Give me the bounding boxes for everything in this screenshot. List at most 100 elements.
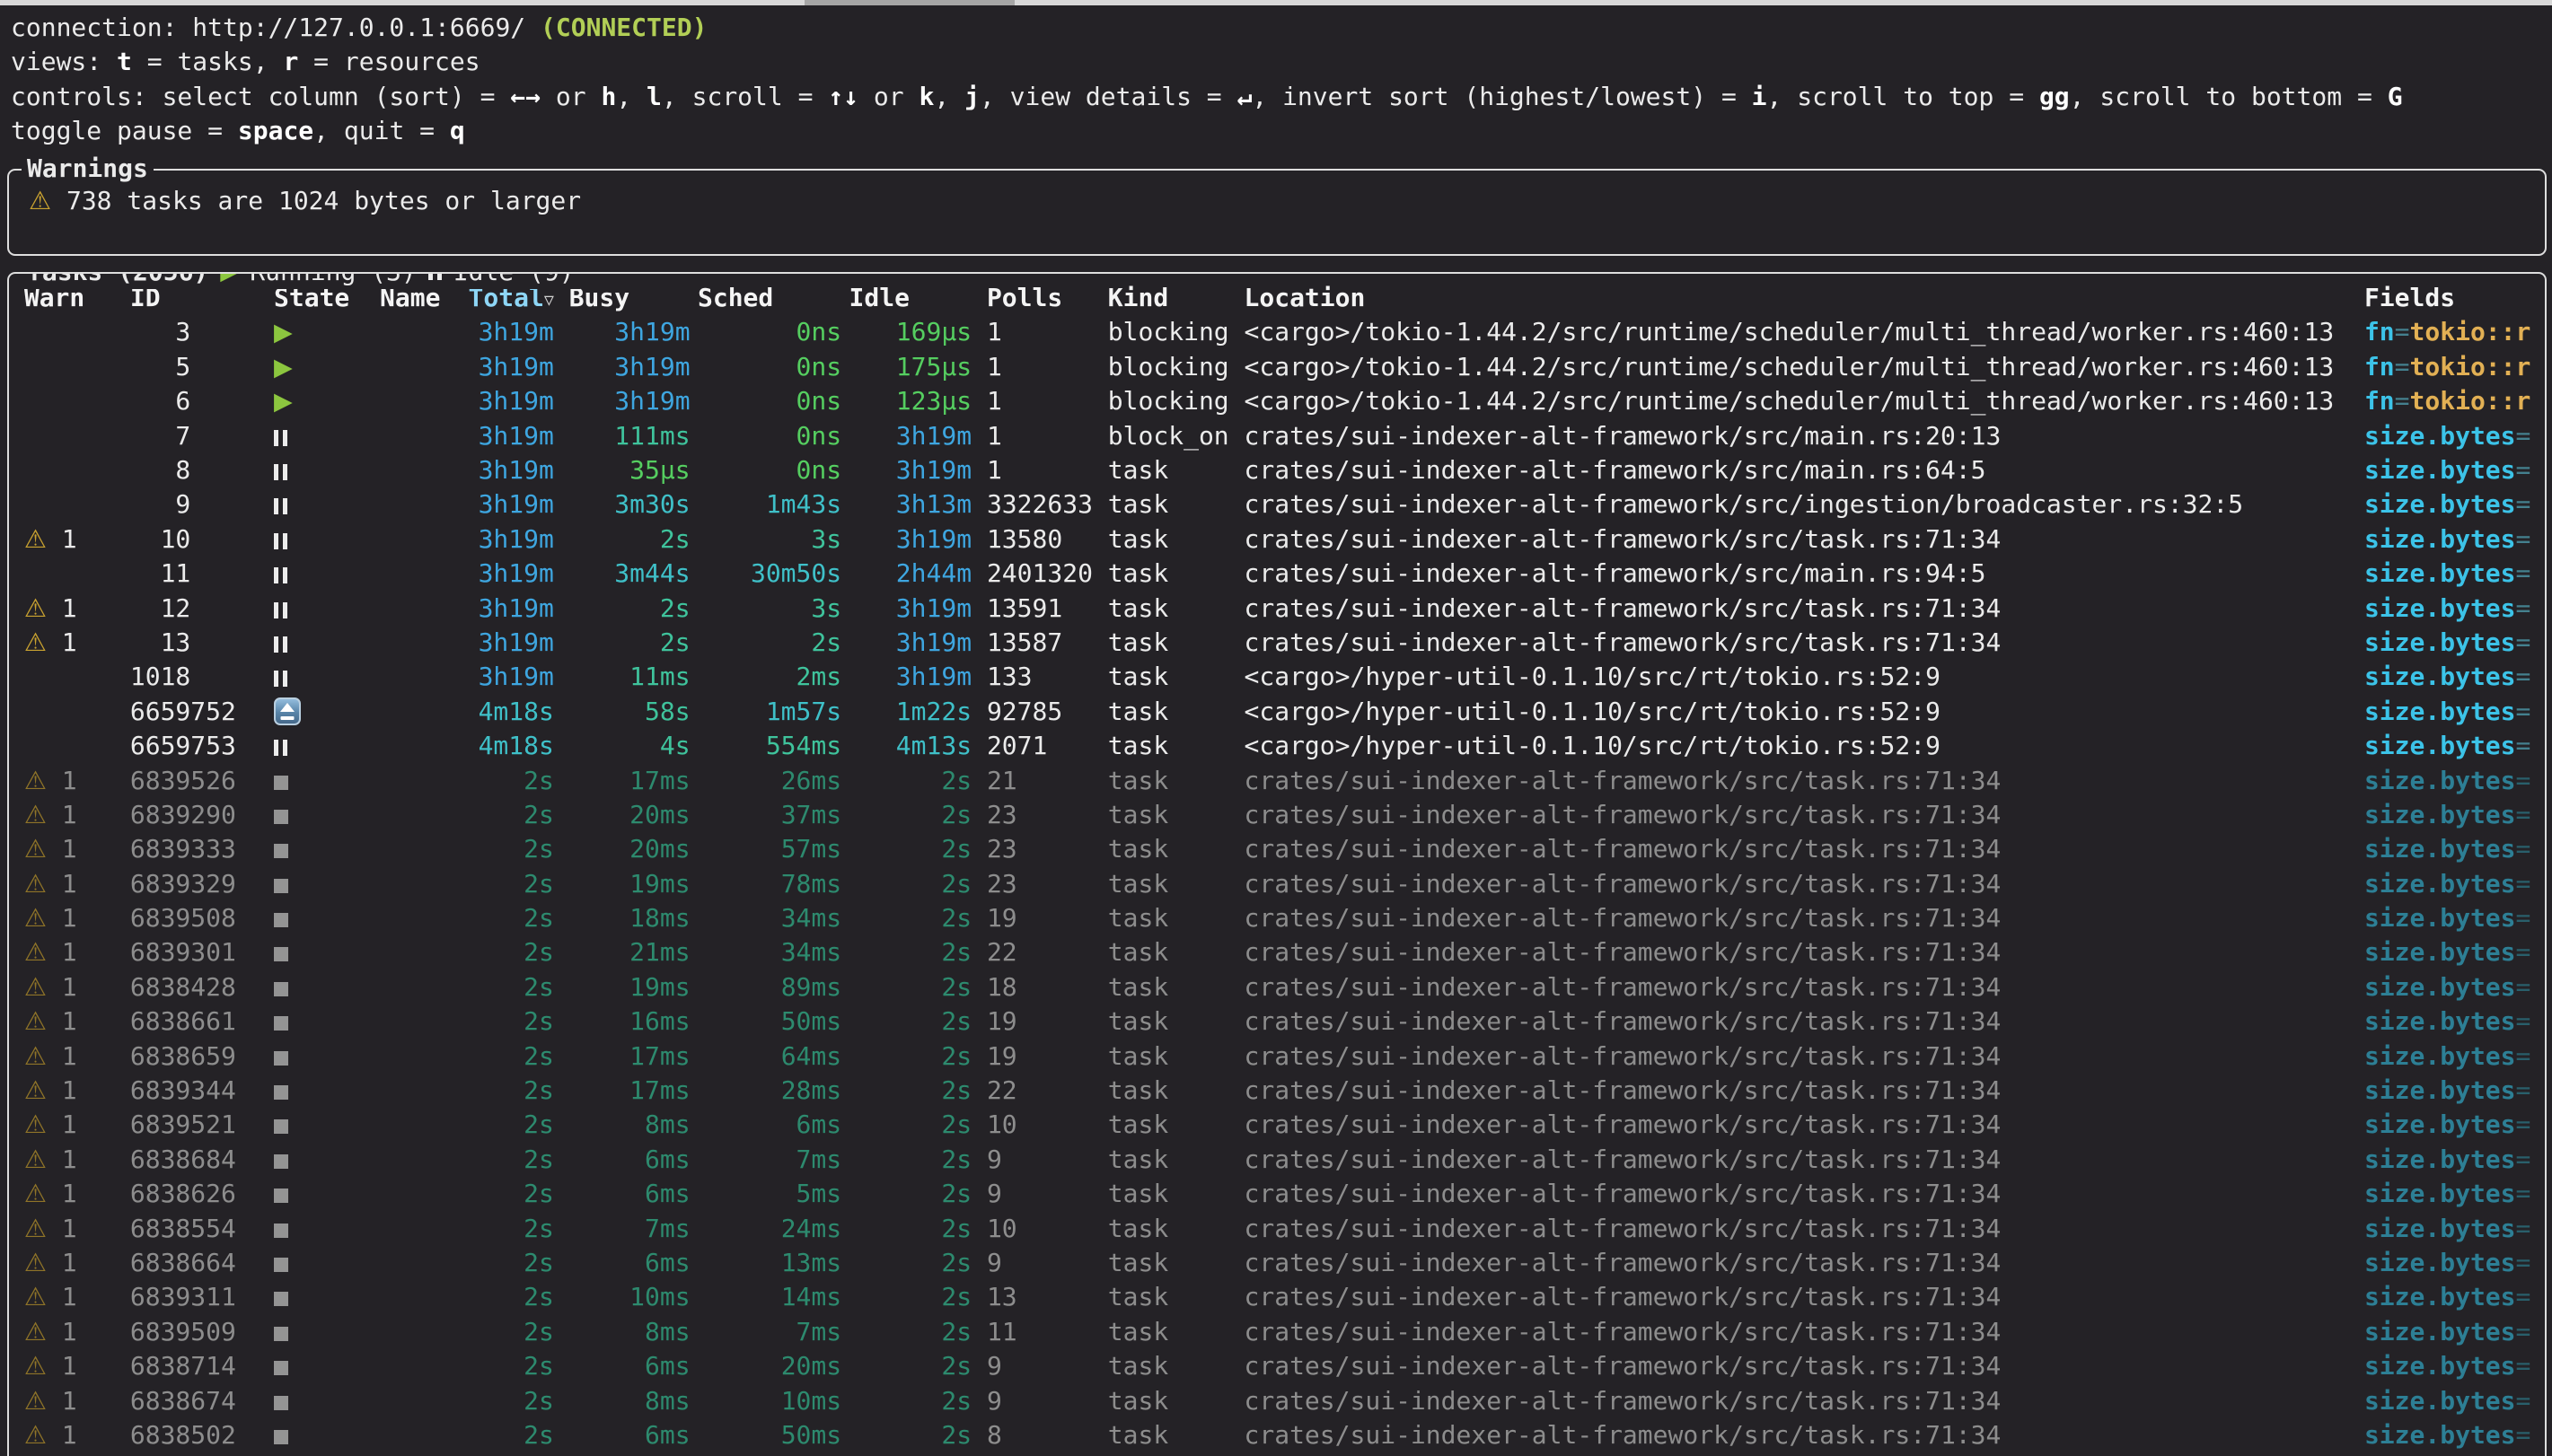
task-row[interactable]: ⚠ 1 103h19m2s3s3h19m13580taskcrates/sui-… — [9, 522, 2545, 557]
warning-icon: ⚠ — [24, 1110, 47, 1139]
cell-total: 2s — [448, 1349, 554, 1383]
duration-value: 2s — [524, 1179, 554, 1208]
cell-state — [251, 935, 357, 969]
cell-sched: 37ms — [691, 798, 842, 832]
task-row[interactable]: ⚠ 168387142s6ms20ms2s9taskcrates/sui-ind… — [9, 1349, 2545, 1383]
duration-value: 4m13s — [896, 731, 972, 760]
duration-value: 3h19m — [896, 662, 972, 691]
field-equals: = — [2395, 317, 2410, 346]
task-row[interactable]: ⚠ 168385542s7ms24ms2s10taskcrates/sui-in… — [9, 1212, 2545, 1246]
cell-state: ▶ — [251, 315, 357, 349]
duration-value: 3h19m — [896, 627, 972, 657]
cell-warn: ⚠ 1 — [9, 1384, 130, 1418]
duration-value: 2s — [660, 593, 691, 623]
task-row[interactable]: 73h19m111ms0ns3h19m1block_oncrates/sui-i… — [9, 419, 2545, 453]
cell-busy: 11ms — [554, 660, 691, 694]
task-row[interactable]: ⚠ 168385022s6ms50ms2s8taskcrates/sui-ind… — [9, 1418, 2545, 1452]
duration-value: 2s — [941, 869, 972, 899]
duration-value: 3h19m — [479, 524, 554, 554]
cell-polls: 3322633 — [972, 487, 1108, 522]
task-row[interactable]: ⚠ 168386842s6ms7ms2s9taskcrates/sui-inde… — [9, 1143, 2545, 1177]
sort-indicator-icon: ▿ — [544, 289, 554, 311]
cell-warn: ⚠ 1 — [9, 1039, 130, 1074]
task-row[interactable]: 66597534m18s4s554ms4m13s2071task<cargo>/… — [9, 729, 2545, 763]
duration-value: 2s — [941, 972, 972, 1002]
cell-sched: 20ms — [691, 1349, 842, 1383]
cell-name — [357, 1143, 448, 1177]
task-row[interactable]: ⚠ 168386642s6ms13ms2s9taskcrates/sui-ind… — [9, 1246, 2545, 1280]
cell-total: 3h19m — [448, 660, 554, 694]
cell-fields: fn=tokio::r — [2364, 315, 2545, 349]
field-key: size.bytes — [2364, 1214, 2516, 1243]
column-header-idle[interactable]: Idle — [841, 281, 972, 315]
task-row[interactable]: ⚠ 1 123h19m2s3s3h19m13591taskcrates/sui-… — [9, 592, 2545, 626]
duration-value: 6ms — [645, 1248, 691, 1277]
task-row[interactable]: 83h19m35µs0ns3h19m1taskcrates/sui-indexe… — [9, 453, 2545, 487]
task-row[interactable]: 3▶3h19m3h19m0ns169µs1blocking<cargo>/tok… — [9, 315, 2545, 349]
column-header-fields[interactable]: Fields — [2364, 281, 2545, 315]
duration-value: 2s — [524, 766, 554, 795]
cell-kind: task — [1108, 1280, 1245, 1314]
task-row[interactable]: 6▶3h19m3h19m0ns123µs1blocking<cargo>/tok… — [9, 384, 2545, 418]
column-header-kind[interactable]: Kind — [1108, 281, 1245, 315]
cell-sched: 554ms — [691, 729, 842, 763]
cell-total: 3h19m — [448, 487, 554, 522]
task-row[interactable]: ⚠ 168386612s16ms50ms2s19taskcrates/sui-i… — [9, 1004, 2545, 1039]
task-row[interactable]: ⚠ 168393012s21ms34ms2s22taskcrates/sui-i… — [9, 935, 2545, 969]
task-row[interactable]: 66597524m18s58s1m57s1m22s92785task<cargo… — [9, 695, 2545, 729]
task-row[interactable]: ⚠ 1 133h19m2s2s3h19m13587taskcrates/sui-… — [9, 626, 2545, 660]
cell-fields: size.bytes= — [2364, 1108, 2545, 1142]
task-row[interactable]: ⚠ 168386742s8ms10ms2s9taskcrates/sui-ind… — [9, 1384, 2545, 1418]
task-row[interactable]: ⚠ 168384282s19ms89ms2s18taskcrates/sui-i… — [9, 970, 2545, 1004]
duration-value: 2s — [524, 1386, 554, 1416]
cell-busy: 111ms — [554, 419, 691, 453]
cell-state — [251, 1280, 357, 1314]
cell-polls: 2071 — [972, 729, 1108, 763]
cell-total: 4m18s — [448, 729, 554, 763]
task-row[interactable]: ⚠ 168393442s17ms28ms2s22taskcrates/sui-i… — [9, 1074, 2545, 1108]
cell-location: <cargo>/hyper-util-0.1.10/src/rt/tokio.r… — [1245, 660, 2364, 694]
cell-warn — [9, 384, 130, 418]
cell-fields: size.bytes= — [2364, 660, 2545, 694]
task-row[interactable]: ⚠ 168395262s17ms26ms2s21taskcrates/sui-i… — [9, 764, 2545, 798]
cell-name — [357, 798, 448, 832]
task-row[interactable]: ⚠ 168393292s19ms78ms2s23taskcrates/sui-i… — [9, 867, 2545, 901]
warning-icon: ⚠ — [29, 186, 51, 215]
cell-task-id: 6838661 — [130, 1004, 251, 1039]
task-row[interactable]: ⚠ 168386262s6ms5ms2s9taskcrates/sui-inde… — [9, 1177, 2545, 1211]
task-row[interactable]: 10183h19m11ms2ms3h19m133task<cargo>/hype… — [9, 660, 2545, 694]
cell-polls: 11 — [972, 1315, 1108, 1349]
completed-icon — [274, 810, 288, 824]
task-row[interactable]: 5▶3h19m3h19m0ns175µs1blocking<cargo>/tok… — [9, 350, 2545, 384]
task-row[interactable]: 93h19m3m30s1m43s3h13m3322633taskcrates/s… — [9, 487, 2545, 522]
column-header-polls[interactable]: Polls — [972, 281, 1108, 315]
cell-total: 2s — [448, 1418, 554, 1452]
task-row[interactable]: ⚠ 168393112s10ms14ms2s13taskcrates/sui-i… — [9, 1280, 2545, 1314]
column-header-sched[interactable]: Sched — [691, 281, 842, 315]
pause-icon — [274, 740, 287, 756]
task-row[interactable]: ⚠ 168392902s20ms37ms2s23taskcrates/sui-i… — [9, 798, 2545, 832]
task-row[interactable]: ⚠ 168386592s17ms64ms2s19taskcrates/sui-i… — [9, 1039, 2545, 1074]
task-row[interactable]: 113h19m3m44s30m50s2h44m2401320taskcrates… — [9, 557, 2545, 591]
scrollbar-thumb[interactable] — [805, 0, 1015, 5]
task-row[interactable]: ⚠ 168395092s8ms7ms2s11taskcrates/sui-ind… — [9, 1315, 2545, 1349]
column-header-location[interactable]: Location — [1245, 281, 2364, 315]
task-row[interactable]: ⚠ 168395212s8ms6ms2s10taskcrates/sui-ind… — [9, 1108, 2545, 1142]
duration-value: 2s — [524, 1420, 554, 1450]
completed-icon — [274, 982, 288, 996]
cell-kind: task — [1108, 1074, 1245, 1108]
cell-polls: 13587 — [972, 626, 1108, 660]
cell-name — [357, 557, 448, 591]
task-row[interactable]: ⚠ 168393332s20ms57ms2s23taskcrates/sui-i… — [9, 832, 2545, 866]
cell-location: crates/sui-indexer-alt-framework/src/tas… — [1245, 1108, 2364, 1142]
cell-fields: size.bytes= — [2364, 970, 2545, 1004]
cell-name — [357, 1177, 448, 1211]
warning-icon: ⚠ — [24, 972, 47, 1002]
running-icon: ▶ — [274, 354, 293, 382]
duration-value: 30m50s — [751, 558, 841, 588]
field-key: size.bytes — [2364, 1248, 2516, 1277]
task-row[interactable]: ⚠ 168395082s18ms34ms2s19taskcrates/sui-i… — [9, 901, 2545, 935]
field-key: size.bytes — [2364, 766, 2516, 795]
cell-kind: task — [1108, 695, 1245, 729]
completed-icon — [274, 913, 288, 927]
